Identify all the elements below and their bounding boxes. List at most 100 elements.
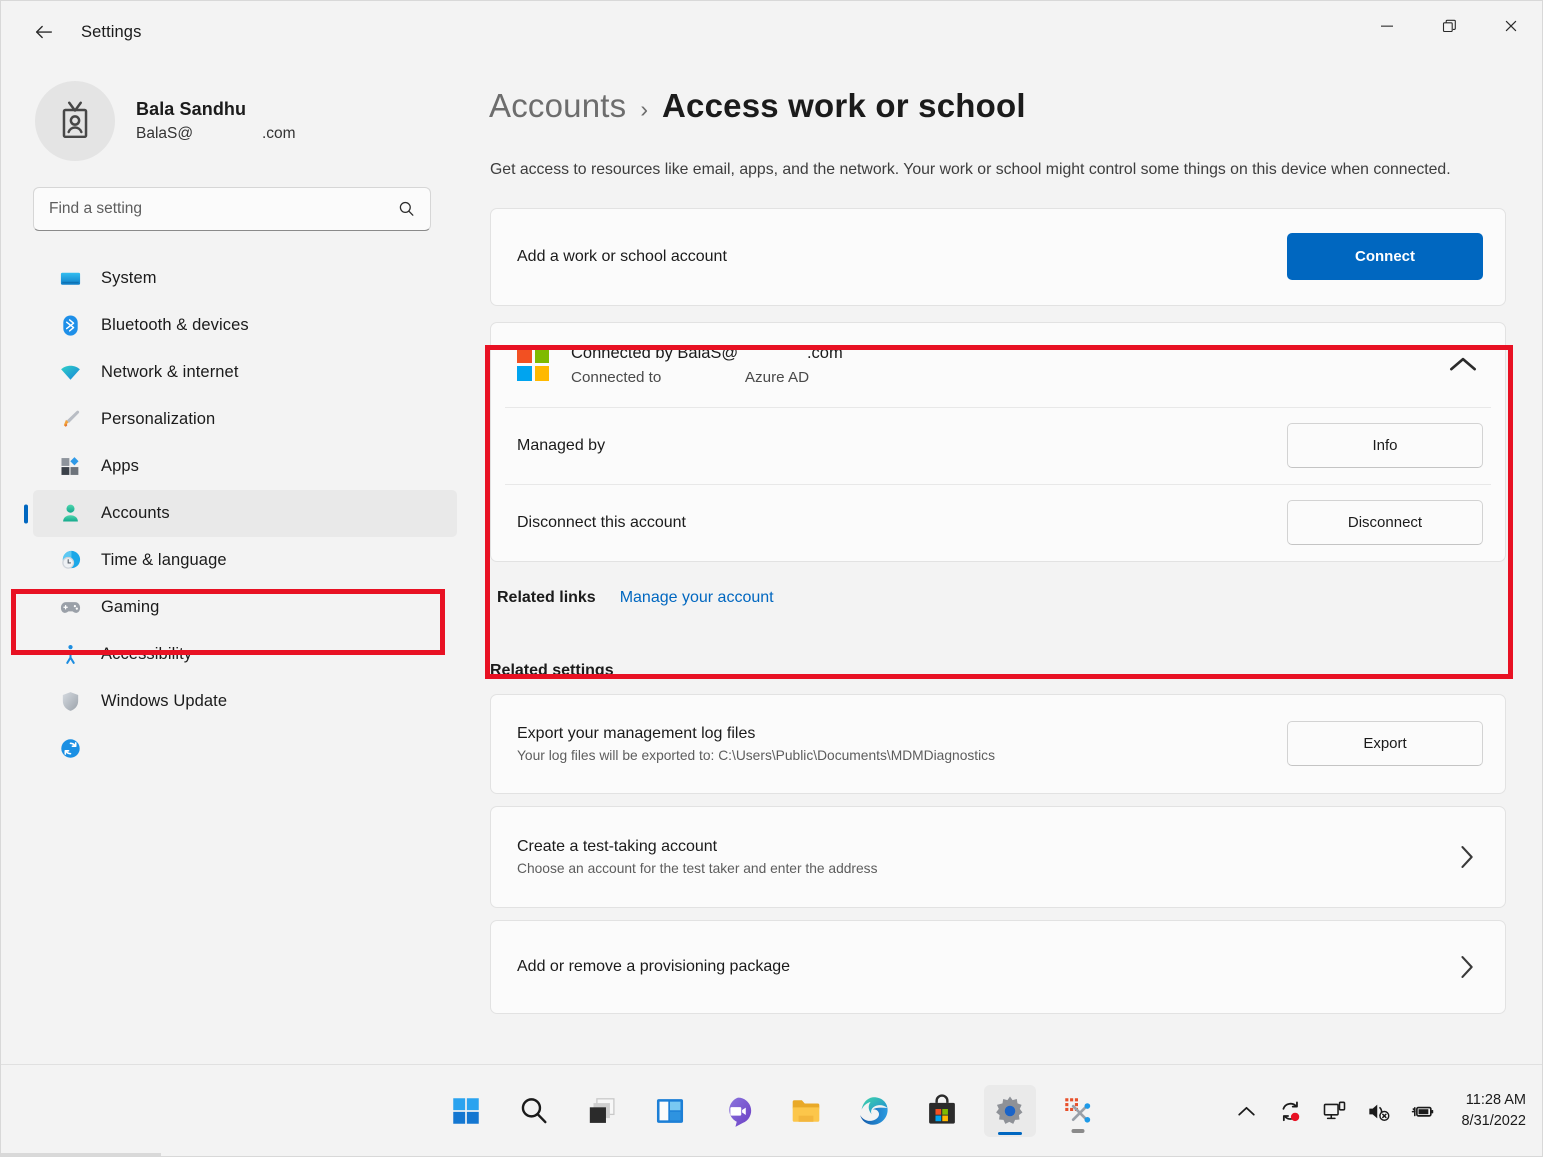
related-links-label: Related links (497, 589, 596, 607)
clock[interactable]: 11:28 AM 8/31/2022 (1461, 1090, 1526, 1132)
clock-time: 11:28 AM (1461, 1090, 1526, 1111)
file-explorer-button[interactable] (780, 1085, 832, 1137)
close-button[interactable] (1480, 1, 1542, 51)
export-button[interactable]: Export (1287, 721, 1483, 766)
sidebar-item-system[interactable]: System (33, 255, 457, 302)
app-title: Settings (81, 23, 141, 42)
back-button[interactable] (23, 11, 65, 53)
snipping-tool-icon (1061, 1094, 1095, 1128)
speaker-muted-icon (1366, 1099, 1391, 1124)
chevron-right-icon (1449, 950, 1483, 984)
gear-icon (993, 1094, 1027, 1128)
maximize-button[interactable] (1418, 1, 1480, 51)
start-button[interactable] (440, 1085, 492, 1137)
shield-icon (57, 690, 83, 714)
bluetooth-icon (57, 314, 83, 338)
provisioning-package-title: Add or remove a provisioning package (517, 958, 790, 976)
export-log-files-card: Export your management log files Your lo… (490, 694, 1506, 794)
sidebar-item-label: Personalization (101, 410, 215, 429)
create-test-account-title: Create a test-taking account (517, 838, 877, 856)
create-test-account-subtitle: Choose an account for the test taker and… (517, 861, 877, 876)
volume-muted-icon[interactable] (1363, 1096, 1393, 1126)
chat-teams-button[interactable] (712, 1085, 764, 1137)
sidebar-item-label: Apps (101, 457, 139, 476)
wifi-icon (57, 361, 83, 385)
breadcrumb-separator-icon: › (640, 96, 648, 123)
back-arrow-icon (33, 21, 55, 43)
apps-icon (57, 455, 83, 479)
microsoft-store-button[interactable] (916, 1085, 968, 1137)
show-hidden-icons-button[interactable] (1231, 1096, 1261, 1126)
related-settings-heading: Related settings (490, 662, 1524, 680)
sidebar-item-windows-update[interactable] (33, 725, 457, 772)
info-button[interactable]: Info (1287, 423, 1483, 468)
sidebar-item-label: System (101, 269, 157, 288)
title-bar: Settings (1, 1, 1542, 63)
sidebar-item-network-internet[interactable]: Network & internet (33, 349, 457, 396)
person-icon (57, 502, 83, 526)
connected-account-header[interactable]: Connected by BalaS@ .com Connected to Az… (491, 323, 1505, 407)
provisioning-package-card[interactable]: Add or remove a provisioning package (490, 920, 1506, 1014)
sidebar-item-label: Bluetooth & devices (101, 316, 249, 335)
sidebar-item-gaming[interactable]: Gaming (33, 584, 457, 631)
collapse-account-button[interactable] (1443, 345, 1483, 385)
related-links: Related links Manage your account (471, 562, 1524, 634)
connect-button[interactable]: Connect (1287, 233, 1483, 280)
sidebar-item-accounts[interactable]: Accounts (33, 490, 457, 537)
connected-account-subtitle: Connected to Azure AD (571, 369, 843, 386)
sidebar-item-personalization[interactable]: Personalization (33, 396, 457, 443)
sidebar-item-apps[interactable]: Apps (33, 443, 457, 490)
widgets-button[interactable] (644, 1085, 696, 1137)
teams-chat-icon (721, 1094, 755, 1128)
accessibility-person-icon (57, 643, 83, 667)
microsoft-logo-icon (517, 349, 549, 381)
breadcrumb-parent[interactable]: Accounts (489, 87, 626, 125)
chevron-right-icon (1449, 840, 1483, 874)
chevron-up-icon (1234, 1099, 1259, 1124)
disconnect-row: Disconnect this account Disconnect (491, 485, 1505, 561)
create-test-account-card[interactable]: Create a test-taking account Choose an a… (490, 806, 1506, 908)
disconnect-button[interactable]: Disconnect (1287, 500, 1483, 545)
profile-text: Bala Sandhu BalaS@ .com (136, 99, 296, 143)
taskbar: 11:28 AM 8/31/2022 (1, 1064, 1542, 1156)
restore-icon (1441, 18, 1457, 34)
search-box[interactable] (33, 187, 431, 231)
remote-display-icon[interactable] (1319, 1096, 1349, 1126)
paintbrush-icon (57, 408, 83, 432)
battery-charging-icon[interactable] (1407, 1096, 1437, 1126)
connected-account-region: Connected by BalaS@ .com Connected to Az… (471, 322, 1524, 634)
taskbar-edge-decoration (1, 1153, 161, 1156)
window-controls (1356, 1, 1542, 51)
sync-status-icon[interactable] (1275, 1096, 1305, 1126)
settings-taskbar-button[interactable] (984, 1085, 1036, 1137)
page-description: Get access to resources like email, apps… (490, 157, 1484, 184)
update-sync-icon (57, 737, 83, 761)
managed-by-label: Managed by (517, 437, 698, 455)
search-container (1, 161, 471, 231)
sidebar-item-accessibility[interactable]: Accessibility (33, 631, 457, 678)
battery-charging-icon (1410, 1099, 1435, 1124)
search-input[interactable] (34, 188, 430, 230)
sidebar-item-time-language[interactable]: Time & language (33, 537, 457, 584)
settings-window: Settings (0, 0, 1543, 1157)
sidebar-item-bluetooth-devices[interactable]: Bluetooth & devices (33, 302, 457, 349)
system-tray: 11:28 AM 8/31/2022 (1231, 1065, 1526, 1157)
minimize-button[interactable] (1356, 1, 1418, 51)
snipping-tool-button[interactable] (1052, 1085, 1104, 1137)
user-profile[interactable]: Bala Sandhu BalaS@ .com (1, 63, 471, 161)
manage-your-account-link[interactable]: Manage your account (620, 589, 774, 607)
breadcrumb: Accounts › Access work or school (471, 63, 1524, 125)
sidebar-item-privacy-security[interactable]: Windows Update (33, 678, 457, 725)
microsoft-store-icon (925, 1094, 959, 1128)
edge-button[interactable] (848, 1085, 900, 1137)
connected-account-card: Connected by BalaS@ .com Connected to Az… (490, 322, 1506, 562)
clock-globe-icon (57, 549, 83, 573)
taskbar-items (440, 1065, 1104, 1157)
search-taskbar-button[interactable] (508, 1085, 560, 1137)
main-content: Accounts › Access work or school Get acc… (471, 63, 1524, 1064)
search-icon (517, 1094, 551, 1128)
sidebar-item-label: Time & language (101, 551, 227, 570)
task-view-button[interactable] (576, 1085, 628, 1137)
profile-name: Bala Sandhu (136, 99, 296, 120)
managed-by-row: Managed by Info (491, 408, 1505, 484)
